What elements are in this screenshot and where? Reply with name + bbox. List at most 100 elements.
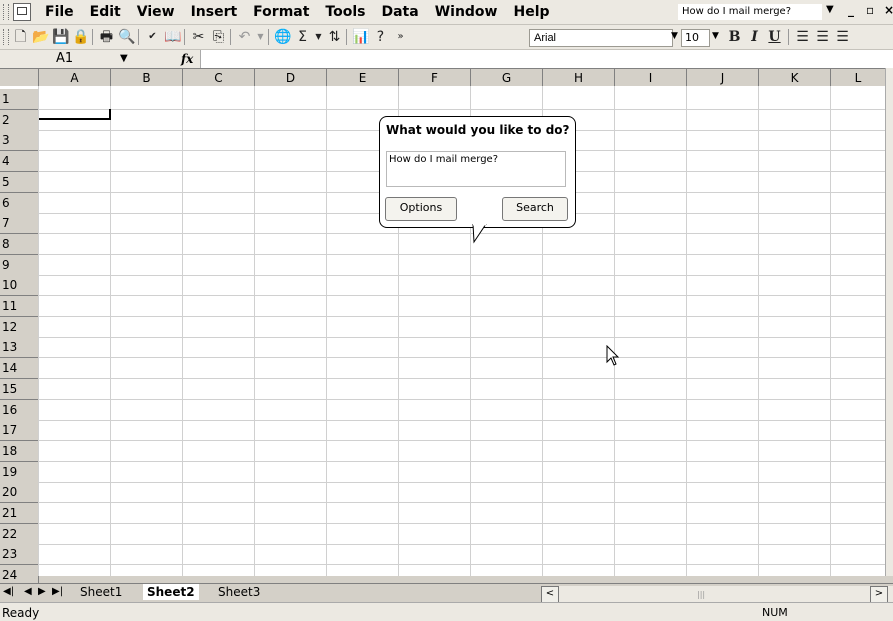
toolbar-options-icon[interactable]: » <box>392 29 409 45</box>
row-header-10[interactable]: 10 <box>0 275 39 296</box>
research-icon[interactable]: 📖 <box>164 29 181 45</box>
restore-icon[interactable]: ▫ <box>866 3 874 17</box>
column-header-b[interactable]: B <box>111 69 183 87</box>
scroll-right-icon[interactable]: > <box>870 586 888 603</box>
permission-icon[interactable]: 🔒 <box>72 29 89 45</box>
copy-icon[interactable]: ⎘ <box>210 29 227 45</box>
italic-button[interactable]: I <box>746 29 763 45</box>
column-header-h[interactable]: H <box>543 69 615 87</box>
row-header-5[interactable]: 5 <box>0 172 39 193</box>
row-header-13[interactable]: 13 <box>0 337 39 358</box>
menu-view[interactable]: View <box>129 4 183 20</box>
print-icon[interactable]: 🖶 <box>98 29 115 45</box>
menu-file[interactable]: File <box>37 4 82 20</box>
column-header-g[interactable]: G <box>471 69 543 87</box>
row-header-11[interactable]: 11 <box>0 296 39 317</box>
prev-sheet-icon[interactable]: ◀ <box>24 586 32 597</box>
row-header-14[interactable]: 14 <box>0 358 39 379</box>
formula-input[interactable] <box>200 50 893 68</box>
new-icon[interactable]: 🗋 <box>12 29 29 45</box>
sheet-tab-sheet3[interactable]: Sheet3 <box>218 584 260 600</box>
autosum-icon[interactable]: Σ <box>294 29 311 45</box>
column-header-d[interactable]: D <box>255 69 327 87</box>
row-header-2[interactable]: 2 <box>0 110 39 131</box>
column-header-k[interactable]: K <box>759 69 831 87</box>
row-header-9[interactable]: 9 <box>0 255 39 276</box>
name-box-dropdown-icon[interactable]: ▼ <box>120 51 128 67</box>
row-header-4[interactable]: 4 <box>0 151 39 172</box>
column-header-c[interactable]: C <box>183 69 255 87</box>
row-header-15[interactable]: 15 <box>0 379 39 400</box>
menu-data[interactable]: Data <box>373 4 426 20</box>
options-button[interactable]: Options <box>385 197 457 221</box>
ask-question-box[interactable]: How do I mail merge? <box>678 4 822 20</box>
search-button[interactable]: Search <box>502 197 568 221</box>
menu-format[interactable]: Format <box>245 4 317 20</box>
chart-wizard-icon[interactable]: 📊 <box>352 29 369 45</box>
close-icon[interactable]: × <box>884 3 893 17</box>
open-icon[interactable]: 📂 <box>32 29 49 45</box>
row-header-6[interactable]: 6 <box>0 193 39 214</box>
row-header-21[interactable]: 21 <box>0 503 39 524</box>
column-header-j[interactable]: J <box>687 69 759 87</box>
minimize-icon[interactable]: _ <box>848 3 854 17</box>
row-header-20[interactable]: 20 <box>0 482 39 503</box>
insert-function-icon[interactable]: fx <box>181 51 193 67</box>
print-preview-icon[interactable]: 🔍 <box>118 29 135 45</box>
column-header-e[interactable]: E <box>327 69 399 87</box>
name-box[interactable]: A1 <box>38 51 116 67</box>
row-header-17[interactable]: 17 <box>0 420 39 441</box>
row-header-8[interactable]: 8 <box>0 234 39 255</box>
bold-button[interactable]: B <box>726 29 743 45</box>
last-sheet-icon[interactable]: ▶| <box>52 586 63 597</box>
row-header-23[interactable]: 23 <box>0 544 39 565</box>
first-sheet-icon[interactable]: ◀| <box>3 586 14 597</box>
row-header-7[interactable]: 7 <box>0 213 39 234</box>
row-header-19[interactable]: 19 <box>0 462 39 483</box>
cut-icon[interactable]: ✂ <box>190 29 207 45</box>
underline-button[interactable]: U <box>766 29 783 45</box>
align-center-icon[interactable]: ☰ <box>814 29 831 45</box>
row-header-3[interactable]: 3 <box>0 130 39 151</box>
select-all-corner[interactable] <box>0 69 39 87</box>
next-sheet-icon[interactable]: ▶ <box>38 586 46 597</box>
menubar-grip[interactable] <box>3 4 9 20</box>
horizontal-scrollbar[interactable] <box>541 586 893 602</box>
sheet-tab-sheet1[interactable]: Sheet1 <box>80 584 122 600</box>
autosum-dropdown-icon[interactable]: ▼ <box>310 29 327 45</box>
scroll-thumb-grip[interactable]: ||| <box>697 590 705 599</box>
row-header-18[interactable]: 18 <box>0 441 39 462</box>
undo-dropdown-icon[interactable]: ▼ <box>252 29 269 45</box>
menu-tools[interactable]: Tools <box>317 4 373 20</box>
column-header-f[interactable]: F <box>399 69 471 87</box>
menu-help[interactable]: Help <box>505 4 557 20</box>
row-header-22[interactable]: 22 <box>0 524 39 545</box>
toolbar-grip[interactable] <box>3 29 9 45</box>
column-header-i[interactable]: I <box>615 69 687 87</box>
font-size-box[interactable]: 10 <box>681 29 710 47</box>
scroll-left-icon[interactable]: < <box>541 586 559 603</box>
sheet-tab-sheet2[interactable]: Sheet2 <box>143 584 199 600</box>
font-dropdown-icon[interactable]: ▼ <box>671 31 678 41</box>
undo-icon[interactable]: ↶ <box>236 29 253 45</box>
font-size-dropdown-icon[interactable]: ▼ <box>712 31 719 41</box>
column-header-a[interactable]: A <box>39 69 111 87</box>
row-header-12[interactable]: 12 <box>0 317 39 338</box>
font-name-box[interactable]: Arial <box>529 29 673 47</box>
spelling-icon[interactable]: ✔ <box>144 29 161 45</box>
save-icon[interactable]: 💾 <box>52 29 69 45</box>
row-header-16[interactable]: 16 <box>0 400 39 421</box>
hyperlink-icon[interactable]: 🌐 <box>274 29 291 45</box>
menu-window[interactable]: Window <box>427 4 506 20</box>
workbook-icon[interactable] <box>13 3 31 21</box>
align-left-icon[interactable]: ☰ <box>794 29 811 45</box>
menu-edit[interactable]: Edit <box>82 4 129 20</box>
ask-question-dropdown-icon[interactable]: ▼ <box>826 4 834 15</box>
help-icon[interactable]: ? <box>372 29 389 45</box>
menu-insert[interactable]: Insert <box>183 4 246 20</box>
align-right-icon[interactable]: ☰ <box>834 29 851 45</box>
column-header-l[interactable]: L <box>831 69 886 87</box>
row-header-1[interactable]: 1 <box>0 89 39 110</box>
active-cell-a1[interactable] <box>39 109 111 120</box>
assistant-query-input[interactable]: How do I mail merge? <box>386 151 566 187</box>
